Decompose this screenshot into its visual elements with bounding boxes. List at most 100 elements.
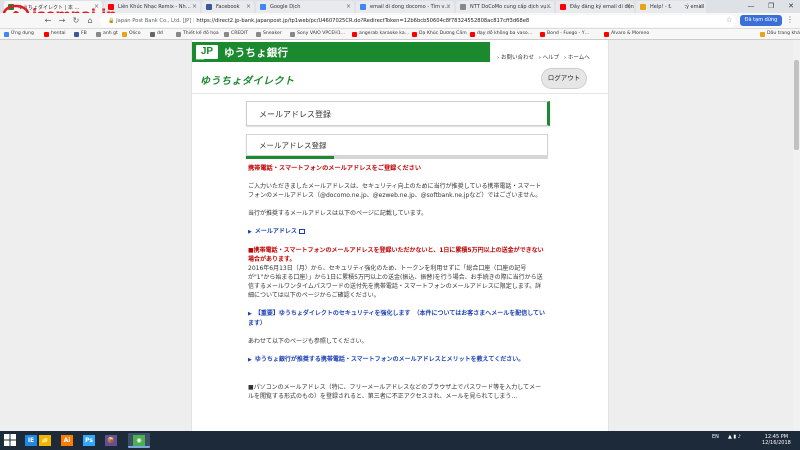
forward-arrow-icon[interactable]: → — [56, 15, 68, 27]
minimize-button[interactable]: — — [740, 0, 762, 13]
bookmark-star-icon[interactable]: ☆ — [726, 16, 732, 24]
bookmark-label: dd — [157, 31, 163, 36]
bookmark-label: FB — [81, 31, 87, 36]
windows-taskbar: IE 📁 Ai Ps 📦 ◉ EN ▲ ▮ ♪ 12:45 PM 12/16/2018 — [0, 431, 800, 450]
vertical-scrollbar[interactable] — [793, 40, 800, 431]
bookmark-item[interactable]: anh gt — [96, 31, 118, 37]
section-tab: メールアドレス登録 — [246, 134, 548, 156]
paragraph-3: 2016年6月13日（月）から、セキュリティ強化のため、トークンを利用せずに「総… — [248, 265, 543, 299]
bookmark-item[interactable]: FB — [74, 31, 87, 37]
bookmark-label: dạy dỗ không ba vaso… — [477, 31, 533, 36]
maximize-button[interactable]: ❐ — [760, 0, 782, 13]
close-window-button[interactable]: ✕ — [780, 0, 800, 13]
recommended-email-link[interactable]: ▶ ゆうちょ銀行が推奨する携帯電話・スマートフォンのメールアドレスとメリットを教え… — [248, 355, 546, 365]
bookmark-item[interactable]: Ứng dụng — [4, 31, 34, 37]
tab-underline — [246, 156, 548, 159]
browser-tab[interactable]: Liên Khúc Nhạc Remix - Nh… × — [104, 1, 200, 13]
tab-close-icon[interactable]: × — [446, 3, 451, 10]
paragraph-2: 当行が推奨するメールアドレスは以下のページに記載しています。 — [248, 210, 428, 217]
taskbar-app[interactable]: 📦 — [100, 433, 122, 448]
help-link[interactable]: › ヘルプ — [539, 55, 559, 61]
home-link[interactable]: › ホームへ — [564, 55, 590, 61]
taskbar-app[interactable]: ◉ — [128, 433, 150, 448]
bookmark-item[interactable]: Sony VAIO VPCEH1… — [290, 31, 345, 37]
bookmark-favicon-icon — [74, 32, 79, 37]
bookmark-label: anh gt — [103, 31, 118, 36]
taskbar-app[interactable]: Ps — [78, 433, 100, 448]
section-tab-text: メールアドレス登録 — [259, 141, 327, 150]
bookmark-item[interactable]: Alvaro & Moreno — [604, 31, 649, 37]
tab-close-icon[interactable]: × — [192, 3, 197, 10]
tab-label: Google Dịch — [270, 4, 301, 10]
tab-favicon-icon — [360, 4, 366, 10]
browser-tab[interactable]: Google Dịch × — [256, 1, 354, 13]
address-bar[interactable]: 🔒 Japan Post Bank Co., Ltd. [JP] | https… — [100, 15, 736, 27]
home-icon[interactable]: ⌂ — [84, 15, 96, 27]
bookmark-favicon-icon — [352, 32, 357, 37]
browser-tab[interactable]: Đây đăng ký email di động Nh…× — [556, 1, 634, 13]
bookmark-item[interactable]: dd — [150, 31, 163, 37]
bookmark-item[interactable]: hentai — [44, 31, 66, 37]
new-tab-button[interactable] — [669, 2, 687, 11]
language-indicator[interactable]: EN — [712, 434, 719, 440]
bookmark-label: Olico — [129, 31, 141, 36]
taskbar-app-icon: 📦 — [105, 435, 117, 446]
security-notice-link[interactable]: ▶ 【重要】ゆうちょダイレクトのセキュリティを強化します （本件についてはお客さま… — [248, 309, 546, 328]
notice-heading: 携帯電話・スマートフォンのメールアドレスをご登録ください — [248, 165, 422, 172]
tab-close-icon[interactable]: × — [626, 3, 631, 10]
site-header: JP BANK ゆうちょ銀行 › お問い合わせ › ヘルプ › ホームへ ゆうち… — [192, 40, 608, 94]
page-title-text: メールアドレス登録 — [259, 110, 331, 119]
windows-start-icon[interactable] — [3, 433, 17, 447]
bookmark-item[interactable]: Thiết kế đồ họa — [176, 31, 219, 37]
bookmark-item[interactable]: Dấu trang khác — [760, 31, 800, 37]
contact-link[interactable]: › お問い合わせ — [497, 55, 534, 61]
scrollbar-thumb[interactable] — [794, 60, 799, 150]
bank-name: ゆうちょ銀行 — [224, 47, 289, 59]
bookmark-item[interactable]: dạy dỗ không ba vaso… — [470, 31, 533, 37]
bookmark-label: CREDIT — [231, 31, 249, 36]
clock-date: 12/16/2018 — [762, 440, 791, 446]
back-arrow-icon[interactable]: ← — [42, 15, 54, 27]
taskbar-app[interactable]: 📁 — [34, 433, 56, 448]
browser-tab[interactable]: NTT DoCoMo cung cấp dịch vụ… × — [456, 1, 554, 13]
tab-close-icon[interactable]: × — [246, 3, 251, 10]
tab-label: NTT DoCoMo cung cấp dịch vụ… — [470, 4, 552, 10]
page-viewport: JP BANK ゆうちょ銀行 › お問い合わせ › ヘルプ › ホームへ ゆうち… — [0, 40, 800, 431]
bookmark-label: Thiết kế đồ họa — [183, 31, 219, 36]
tab-close-icon[interactable]: × — [346, 3, 351, 10]
tab-close-icon[interactable]: × — [546, 3, 551, 10]
tab-label: Đây đăng ký email di động Nh… — [570, 4, 634, 10]
menu-dots-icon[interactable]: ⋮ — [786, 15, 794, 24]
bookmark-favicon-icon — [96, 32, 101, 37]
taskbar-app-icon: Ai — [61, 435, 73, 446]
email-address-link[interactable]: ▶ メールアドレス — [248, 227, 546, 237]
taskbar-app[interactable]: Ai — [56, 433, 78, 448]
bookmark-label: Bond - Fuego - Y… — [547, 31, 590, 36]
bookmark-item[interactable]: angerab karaoke ka… — [352, 31, 409, 37]
bookmark-favicon-icon — [604, 32, 609, 37]
external-window-icon — [298, 229, 305, 234]
bookmark-favicon-icon — [760, 32, 765, 37]
paragraph-4: あわせて以下のページも参照してください。 — [248, 338, 368, 345]
bookmark-item[interactable]: Bond - Fuego - Y… — [540, 31, 590, 37]
profile-button[interactable]: Đã tạm dừng — [740, 15, 782, 26]
tray-icons[interactable]: ▲ ▮ ♪ — [728, 434, 741, 440]
bookmark-item[interactable]: Olico — [122, 31, 141, 37]
bank-logo-bar[interactable]: JP BANK ゆうちょ銀行 — [192, 42, 490, 62]
system-clock[interactable]: 12:45 PM 12/16/2018 — [762, 434, 791, 446]
bookmark-label: Ứng dụng — [11, 31, 34, 36]
bookmark-item[interactable]: Sneaker — [256, 31, 282, 37]
taskbar-app-icon: 📁 — [39, 435, 51, 446]
reload-icon[interactable]: ↻ — [70, 15, 82, 27]
jp-bank-sub-label: BANK — [196, 57, 205, 61]
arrow-icon: ▶ — [248, 311, 252, 317]
bookmark-item[interactable]: CREDIT — [224, 31, 249, 37]
logout-button[interactable]: ログアウト — [541, 68, 587, 89]
bookmark-label: Dạ Khúc Dương Cầm — [419, 31, 467, 36]
taskbar-app-icon: ◉ — [133, 435, 145, 446]
browser-tab[interactable]: email di dong docomo - Tìm v… × — [356, 1, 454, 13]
browser-tab[interactable]: Facebook × — [202, 1, 254, 13]
bookmark-favicon-icon — [224, 32, 229, 37]
bookmark-item[interactable]: Dạ Khúc Dương Cầm — [412, 31, 467, 37]
tab-close-icon[interactable]: × — [698, 3, 703, 10]
